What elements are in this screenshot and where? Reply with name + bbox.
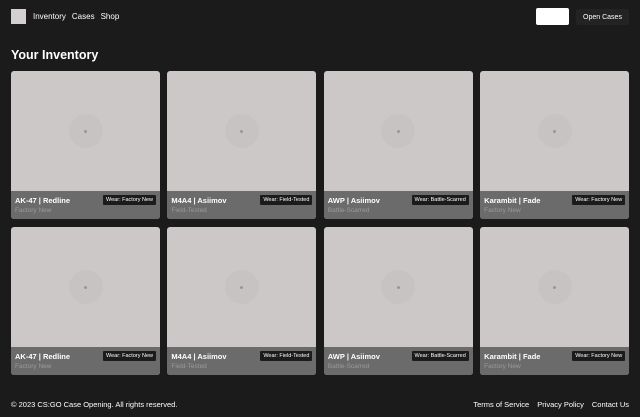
footer-link-terms[interactable]: Terms of Service (473, 400, 529, 409)
item-name: AK-47 | Redline (15, 352, 71, 361)
image-placeholder-icon (381, 114, 416, 148)
item-name: M4A4 | Asiimov (171, 196, 227, 205)
card-footer: AK-47 | Redline Factory New Wear: Factor… (11, 347, 160, 375)
card-footer: AWP | Asiimov Battle-Scarred Wear: Battl… (323, 347, 473, 375)
card-footer: Karambit | Fade Factory New Wear: Factor… (480, 191, 630, 219)
page-title: Your Inventory (11, 48, 99, 62)
inventory-card[interactable]: M4A4 | Asiimov Field-Tested Wear: Field-… (167, 71, 317, 219)
inventory-card[interactable]: AK-47 | Redline Factory New Wear: Factor… (11, 227, 160, 375)
logo[interactable] (11, 9, 26, 24)
inventory-card[interactable]: Karambit | Fade Factory New Wear: Factor… (480, 71, 630, 219)
item-name: AK-47 | Redline (15, 196, 71, 205)
nav-blank-button[interactable] (536, 8, 569, 25)
top-nav: Inventory Cases Shop Open Cases (0, 0, 640, 34)
nav-links: Inventory Cases Shop (33, 12, 119, 21)
item-image (324, 227, 473, 347)
item-condition: Factory New (484, 207, 521, 214)
inventory-card[interactable]: AK-47 | Redline Factory New Wear: Factor… (11, 71, 160, 219)
nav-link-inventory[interactable]: Inventory (33, 12, 66, 21)
item-condition: Battle-Scarred (327, 363, 370, 370)
card-footer: AK-47 | Redline Factory New Wear: Factor… (11, 191, 160, 219)
image-placeholder-icon (537, 270, 572, 304)
item-name: AWP | Asiimov (327, 196, 380, 205)
footer-link-privacy[interactable]: Privacy Policy (537, 400, 584, 409)
inventory-grid: AK-47 | Redline Factory New Wear: Factor… (11, 71, 630, 375)
item-image (11, 71, 160, 191)
image-placeholder-icon (68, 114, 103, 148)
item-image (167, 227, 316, 347)
item-image (324, 71, 473, 191)
inventory-card[interactable]: Karambit | Fade Factory New Wear: Factor… (480, 227, 630, 375)
item-name: Karambit | Fade (484, 196, 541, 205)
image-placeholder-icon (537, 114, 572, 148)
inventory-card[interactable]: M4A4 | Asiimov Field-Tested Wear: Field-… (167, 227, 317, 375)
wear-badge: Wear: Factory New (103, 351, 156, 361)
card-footer: M4A4 | Asiimov Field-Tested Wear: Field-… (167, 191, 317, 219)
wear-badge: Wear: Field-Tested (260, 195, 313, 205)
card-footer: AWP | Asiimov Battle-Scarred Wear: Battl… (323, 191, 473, 219)
image-placeholder-icon (68, 270, 103, 304)
wear-badge: Wear: Battle-Scarred (411, 351, 469, 361)
card-footer: M4A4 | Asiimov Field-Tested Wear: Field-… (167, 347, 317, 375)
footer-link-contact[interactable]: Contact Us (592, 400, 629, 409)
item-image (11, 227, 160, 347)
item-condition: Factory New (15, 363, 52, 370)
wear-badge: Wear: Battle-Scarred (411, 195, 469, 205)
image-placeholder-icon (224, 270, 259, 304)
image-placeholder-icon (224, 114, 259, 148)
wear-badge: Wear: Factory New (572, 351, 626, 361)
item-name: Karambit | Fade (484, 352, 541, 361)
item-name: AWP | Asiimov (327, 352, 380, 361)
item-condition: Field-Tested (171, 363, 207, 370)
item-image (480, 227, 629, 347)
footer-links: Terms of Service Privacy Policy Contact … (473, 400, 629, 409)
inventory-card[interactable]: AWP | Asiimov Battle-Scarred Wear: Battl… (323, 227, 473, 375)
card-footer: Karambit | Fade Factory New Wear: Factor… (480, 347, 630, 375)
wear-badge: Wear: Factory New (103, 195, 156, 205)
open-cases-button[interactable]: Open Cases (576, 9, 629, 25)
item-image (480, 71, 629, 191)
item-condition: Factory New (484, 363, 521, 370)
wear-badge: Wear: Field-Tested (260, 351, 313, 361)
nav-link-shop[interactable]: Shop (101, 12, 120, 21)
item-condition: Battle-Scarred (327, 207, 370, 214)
image-placeholder-icon (381, 270, 416, 304)
item-condition: Field-Tested (171, 207, 207, 214)
inventory-card[interactable]: AWP | Asiimov Battle-Scarred Wear: Battl… (323, 71, 473, 219)
nav-link-cases[interactable]: Cases (72, 12, 95, 21)
item-image (167, 71, 316, 191)
item-condition: Factory New (15, 207, 52, 214)
wear-badge: Wear: Factory New (572, 195, 626, 205)
item-name: M4A4 | Asiimov (171, 352, 227, 361)
footer-copyright: © 2023 CS:GO Case Opening. All rights re… (11, 400, 178, 409)
